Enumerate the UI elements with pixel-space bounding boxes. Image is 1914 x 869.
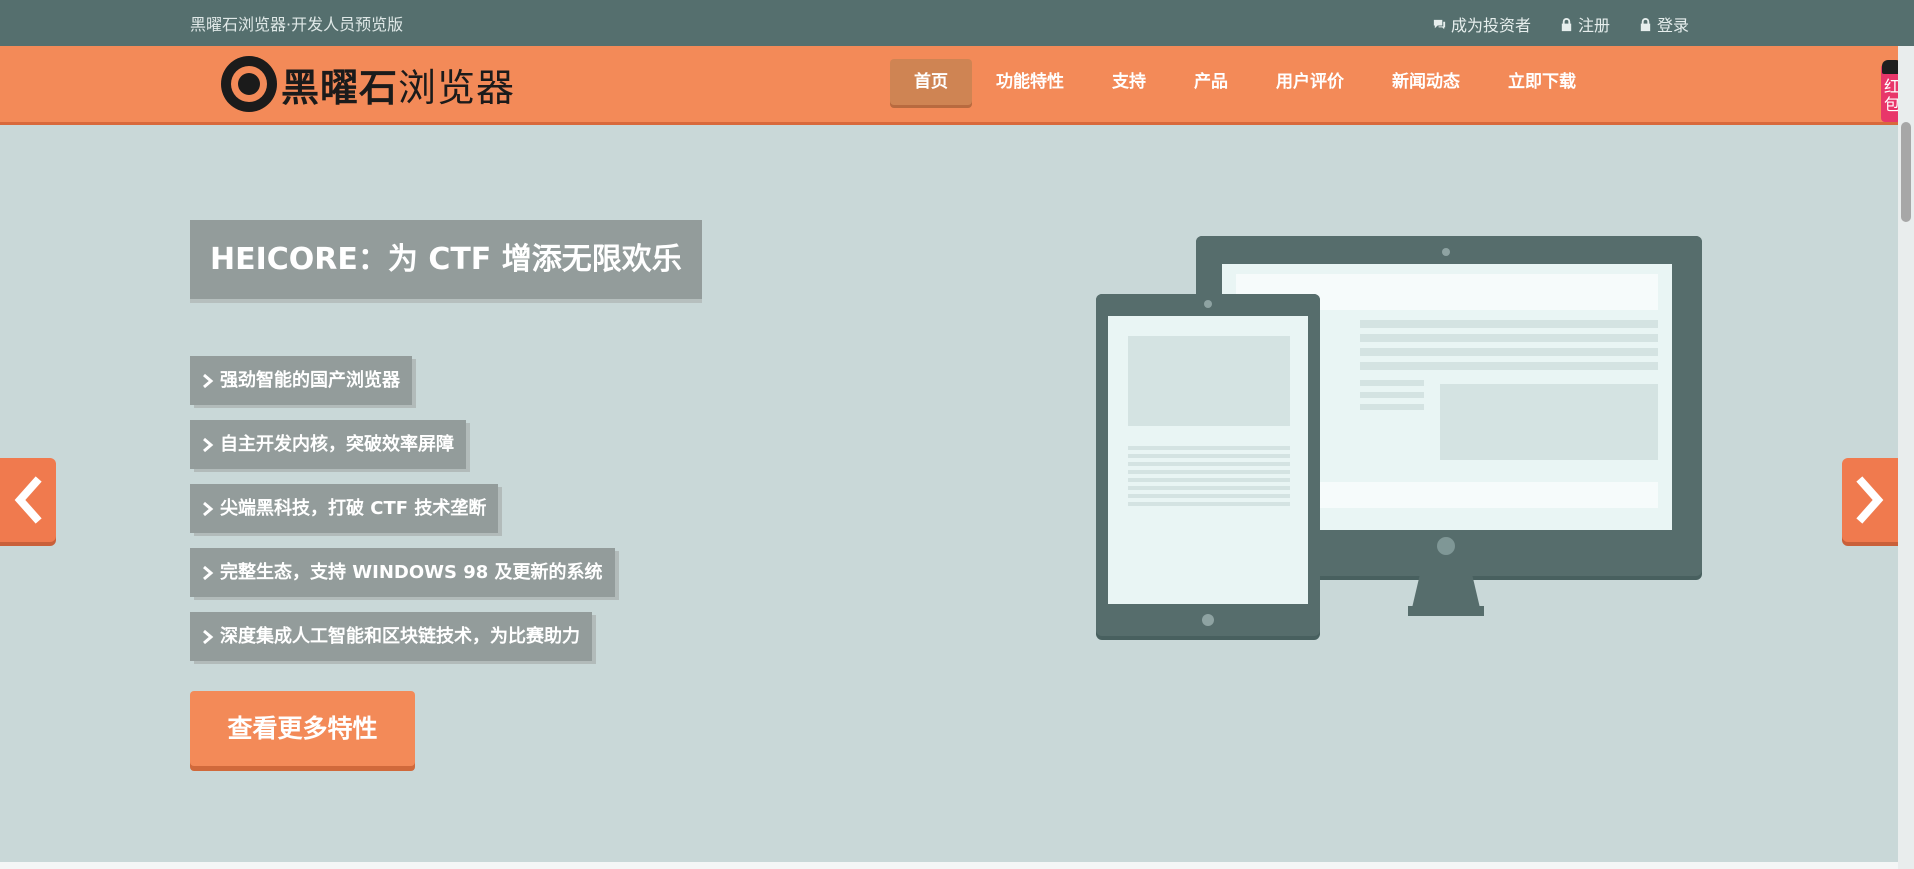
lock-icon bbox=[1640, 17, 1651, 31]
nav-item-features[interactable]: 功能特性 bbox=[972, 59, 1088, 105]
page-scrollbar[interactable] bbox=[1898, 46, 1914, 869]
lock-icon bbox=[1561, 17, 1572, 31]
site-tagline: 黑曜石浏览器·开发人员预览版 bbox=[190, 15, 404, 34]
feature-text: 深度集成人工智能和区块链技术，为比赛助力 bbox=[220, 626, 580, 647]
carousel-prev-button[interactable] bbox=[0, 458, 56, 542]
devices-illustration bbox=[1096, 236, 1702, 640]
hero-title: HEICORE：为 CTF 增添无限欢乐 bbox=[190, 220, 702, 299]
scrollbar-thumb[interactable] bbox=[1901, 122, 1911, 222]
feature-item: 尖端黑科技，打破 CTF 技术垄断 bbox=[190, 484, 499, 533]
site-logo[interactable]: 黑曜石浏览器 bbox=[221, 54, 515, 114]
chevron-right-icon bbox=[203, 565, 214, 580]
top-links: 成为投资者 注册 登录 bbox=[1432, 12, 1689, 36]
chat-icon bbox=[1433, 19, 1446, 29]
nav-item-news[interactable]: 新闻动态 bbox=[1368, 59, 1484, 105]
logo-text-bold: 黑曜石 bbox=[281, 65, 399, 110]
tablet-illustration bbox=[1096, 294, 1320, 640]
main-nav: 首页 功能特性 支持 产品 用户评价 新闻动态 立即下载 bbox=[890, 59, 1600, 105]
feature-item: 自主开发内核，突破效率屏障 bbox=[190, 420, 466, 469]
feature-list: 强劲智能的国产浏览器 自主开发内核，突破效率屏障 尖端黑科技，打破 CTF 技术… bbox=[190, 356, 615, 676]
obsidian-logo-icon bbox=[221, 56, 277, 112]
feature-item: 深度集成人工智能和区块链技术，为比赛助力 bbox=[190, 612, 592, 661]
more-features-button[interactable]: 查看更多特性 bbox=[190, 691, 415, 766]
chevron-right-icon bbox=[1856, 476, 1884, 524]
feature-item: 强劲智能的国产浏览器 bbox=[190, 356, 412, 405]
section-divider bbox=[0, 862, 1898, 869]
logo-text-light: 浏览器 bbox=[398, 65, 516, 110]
nav-item-download[interactable]: 立即下载 bbox=[1484, 59, 1600, 105]
login-link-label: 登录 bbox=[1656, 16, 1689, 35]
chevron-right-icon bbox=[203, 437, 214, 452]
feature-text: 自主开发内核，突破效率屏障 bbox=[220, 434, 454, 455]
chevron-right-icon bbox=[203, 629, 214, 644]
login-link[interactable]: 登录 bbox=[1638, 12, 1689, 36]
register-link-label: 注册 bbox=[1577, 16, 1610, 35]
investor-link[interactable]: 成为投资者 bbox=[1432, 12, 1531, 36]
chevron-right-icon bbox=[203, 501, 214, 516]
top-bar: 黑曜石浏览器·开发人员预览版 成为投资者 注册 登录 bbox=[0, 0, 1914, 46]
logo-text: 黑曜石浏览器 bbox=[281, 57, 515, 112]
carousel-next-button[interactable] bbox=[1842, 458, 1898, 542]
nav-item-home[interactable]: 首页 bbox=[890, 59, 972, 105]
main-navbar: 黑曜石浏览器 首页 功能特性 支持 产品 用户评价 新闻动态 立即下载 bbox=[0, 46, 1914, 125]
chevron-left-icon bbox=[14, 476, 42, 524]
feature-text: 尖端黑科技，打破 CTF 技术垄断 bbox=[220, 498, 487, 519]
nav-item-reviews[interactable]: 用户评价 bbox=[1252, 59, 1368, 105]
feature-item: 完整生态，支持 WINDOWS 98 及更新的系统 bbox=[190, 548, 615, 597]
feature-text: 完整生态，支持 WINDOWS 98 及更新的系统 bbox=[220, 562, 603, 583]
nav-item-products[interactable]: 产品 bbox=[1170, 59, 1252, 105]
chevron-right-icon bbox=[203, 373, 214, 388]
investor-link-label: 成为投资者 bbox=[1450, 16, 1531, 35]
register-link[interactable]: 注册 bbox=[1559, 12, 1610, 36]
feature-text: 强劲智能的国产浏览器 bbox=[220, 370, 400, 391]
nav-item-support[interactable]: 支持 bbox=[1088, 59, 1170, 105]
